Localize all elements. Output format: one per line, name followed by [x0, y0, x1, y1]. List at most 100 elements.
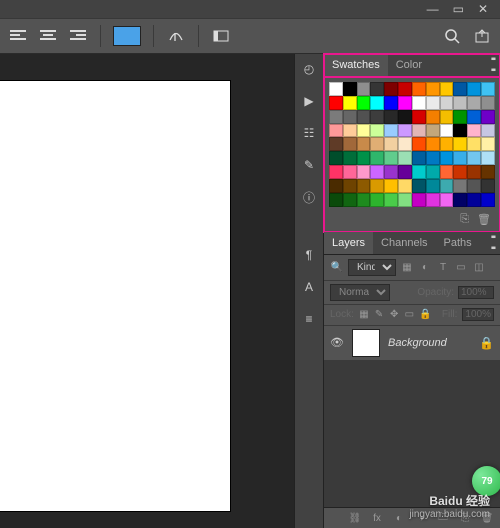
- paragraph-icon[interactable]: ¶: [298, 244, 320, 266]
- swatch-cell[interactable]: [412, 82, 426, 96]
- swatch-cell[interactable]: [343, 124, 357, 138]
- swatch-cell[interactable]: [412, 193, 426, 207]
- swatch-cell[interactable]: [384, 151, 398, 165]
- swatch-cell[interactable]: [440, 137, 454, 151]
- swatch-cell[interactable]: [398, 165, 412, 179]
- lock-pixels-icon[interactable]: ✎: [374, 308, 384, 322]
- swatch-cell[interactable]: [398, 193, 412, 207]
- new-swatch-icon[interactable]: ⎘: [460, 213, 469, 226]
- swatch-cell[interactable]: [384, 165, 398, 179]
- swatch-cell[interactable]: [440, 124, 454, 138]
- delete-layer-icon[interactable]: 🗑: [480, 511, 494, 525]
- swatch-cell[interactable]: [426, 165, 440, 179]
- swatch-cell[interactable]: [467, 179, 481, 193]
- swatch-cell[interactable]: [343, 151, 357, 165]
- swatch-cell[interactable]: [384, 110, 398, 124]
- swatch-cell[interactable]: [329, 165, 343, 179]
- swatch-cell[interactable]: [398, 179, 412, 193]
- swatch-cell[interactable]: [343, 165, 357, 179]
- swatch-cell[interactable]: [398, 82, 412, 96]
- swatch-cell[interactable]: [357, 137, 371, 151]
- swatch-cell[interactable]: [329, 151, 343, 165]
- visibility-eye-icon[interactable]: 👁: [330, 336, 344, 349]
- swatch-cell[interactable]: [329, 179, 343, 193]
- swatch-cell[interactable]: [370, 124, 384, 138]
- swatch-cell[interactable]: [357, 193, 371, 207]
- filter-smart-icon[interactable]: ◫: [472, 260, 486, 274]
- swatch-cell[interactable]: [384, 124, 398, 138]
- share-icon[interactable]: [472, 26, 492, 46]
- swatch-cell[interactable]: [412, 137, 426, 151]
- filter-type-icon[interactable]: T: [436, 260, 450, 274]
- swatch-cell[interactable]: [343, 110, 357, 124]
- swatch-cell[interactable]: [481, 165, 495, 179]
- swatch-cell[interactable]: [453, 110, 467, 124]
- swatch-cell[interactable]: [426, 124, 440, 138]
- swatch-cell[interactable]: [467, 165, 481, 179]
- swatch-cell[interactable]: [370, 137, 384, 151]
- swatch-cell[interactable]: [343, 179, 357, 193]
- swatch-cell[interactable]: [440, 193, 454, 207]
- swatch-cell[interactable]: [467, 110, 481, 124]
- swatch-cell[interactable]: [384, 96, 398, 110]
- tab-paths[interactable]: Paths: [436, 232, 480, 254]
- layer-group-icon[interactable]: 🗀: [436, 511, 450, 525]
- close-button[interactable]: ✕: [478, 2, 488, 16]
- swatch-cell[interactable]: [384, 179, 398, 193]
- history-icon[interactable]: ◴: [298, 58, 320, 80]
- blend-mode-select[interactable]: Normal: [330, 284, 390, 301]
- swatch-cell[interactable]: [398, 151, 412, 165]
- align-left-icon[interactable]: [8, 26, 28, 46]
- swatch-cell[interactable]: [384, 137, 398, 151]
- filter-kind-select[interactable]: Kind: [348, 259, 396, 276]
- swatch-cell[interactable]: [481, 137, 495, 151]
- swatches-panel-menu-icon[interactable]: ▪▪▪▪: [485, 54, 500, 76]
- align-right-icon[interactable]: [68, 26, 88, 46]
- character-icon[interactable]: A: [298, 276, 320, 298]
- swatch-cell[interactable]: [467, 137, 481, 151]
- swatch-cell[interactable]: [329, 82, 343, 96]
- maximize-button[interactable]: ▭: [453, 2, 464, 16]
- brushes-icon[interactable]: ✎: [298, 154, 320, 176]
- swatch-cell[interactable]: [467, 96, 481, 110]
- swatch-cell[interactable]: [412, 151, 426, 165]
- swatch-cell[interactable]: [440, 179, 454, 193]
- lock-transparent-icon[interactable]: ▦: [359, 308, 369, 322]
- swatch-cell[interactable]: [440, 151, 454, 165]
- swatch-cell[interactable]: [481, 82, 495, 96]
- swatch-cell[interactable]: [357, 82, 371, 96]
- swatch-cell[interactable]: [426, 179, 440, 193]
- swatch-cell[interactable]: [357, 151, 371, 165]
- swatch-cell[interactable]: [412, 179, 426, 193]
- swatch-cell[interactable]: [426, 96, 440, 110]
- opacity-value[interactable]: 100%: [458, 286, 494, 299]
- swatch-cell[interactable]: [467, 82, 481, 96]
- swatch-cell[interactable]: [426, 151, 440, 165]
- tab-channels[interactable]: Channels: [373, 232, 435, 254]
- link-layers-icon[interactable]: ⛓: [348, 511, 362, 525]
- delete-swatch-icon[interactable]: 🗑: [477, 213, 491, 226]
- document-canvas[interactable]: [0, 81, 230, 511]
- swatch-cell[interactable]: [384, 82, 398, 96]
- swatch-cell[interactable]: [398, 137, 412, 151]
- actions-icon[interactable]: ▶: [298, 90, 320, 112]
- tab-swatches[interactable]: Swatches: [324, 54, 388, 76]
- text-color-well[interactable]: [113, 26, 141, 46]
- glyphs-icon[interactable]: ≡: [298, 308, 320, 330]
- swatch-cell[interactable]: [370, 193, 384, 207]
- swatch-cell[interactable]: [440, 96, 454, 110]
- swatch-cell[interactable]: [453, 193, 467, 207]
- swatch-cell[interactable]: [329, 110, 343, 124]
- search-icon[interactable]: [442, 26, 462, 46]
- swatch-cell[interactable]: [370, 151, 384, 165]
- swatch-cell[interactable]: [440, 165, 454, 179]
- panels-toggle-icon[interactable]: [211, 26, 231, 46]
- info-icon[interactable]: ⓘ: [298, 186, 320, 208]
- swatch-cell[interactable]: [398, 110, 412, 124]
- swatch-cell[interactable]: [370, 96, 384, 110]
- swatch-cell[interactable]: [453, 165, 467, 179]
- swatch-cell[interactable]: [481, 151, 495, 165]
- layer-fx-icon[interactable]: fx: [370, 511, 384, 525]
- swatch-cell[interactable]: [329, 193, 343, 207]
- layer-row[interactable]: 👁 Background 🔒: [324, 326, 500, 361]
